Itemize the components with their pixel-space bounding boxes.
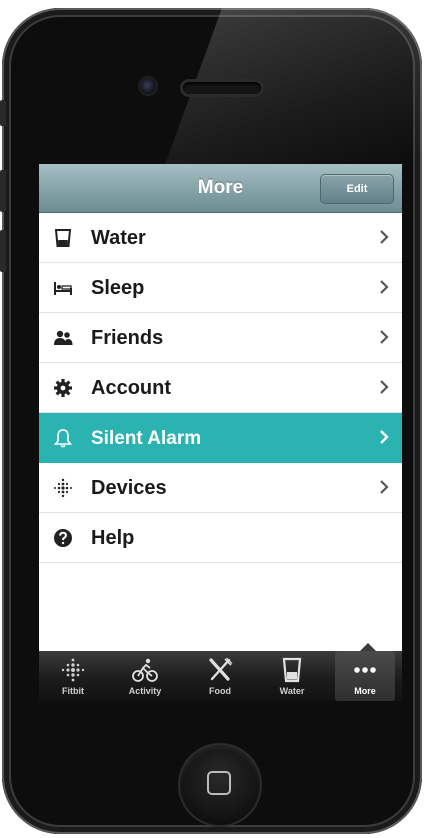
navigation-bar: More Edit <box>39 164 402 213</box>
fitbit-icon <box>54 478 72 498</box>
chevron-right-icon <box>380 430 389 444</box>
tab-selection-pointer <box>360 643 376 651</box>
edit-button[interactable]: Edit <box>320 174 394 204</box>
menu-item-label: Water <box>91 227 146 249</box>
menu-item-friends[interactable]: Friends <box>39 313 402 363</box>
earpiece-speaker <box>183 82 261 94</box>
tab-water[interactable]: Water <box>262 651 322 701</box>
chevron-right-icon <box>380 230 389 244</box>
volume-up-button <box>0 170 6 212</box>
menu-item-help[interactable]: Help <box>39 513 402 563</box>
front-camera <box>140 78 156 94</box>
menu-item-label: Devices <box>91 477 167 499</box>
phone-frame: More Edit Water Sleep Friends Account Si… <box>2 8 422 834</box>
home-button[interactable] <box>180 745 260 825</box>
volume-down-button <box>0 230 6 272</box>
menu-item-label: Silent Alarm <box>91 428 202 449</box>
menu-item-sleep[interactable]: Sleep <box>39 263 402 313</box>
water-glass-icon <box>282 657 302 683</box>
screen: More Edit Water Sleep Friends Account Si… <box>39 164 402 701</box>
cyclist-icon <box>132 658 158 682</box>
tab-food[interactable]: Food <box>190 651 250 701</box>
chevron-right-icon <box>380 280 389 294</box>
tab-label: Activity <box>128 686 162 696</box>
tab-label: Food <box>209 686 231 696</box>
menu-item-label: Sleep <box>91 277 145 299</box>
menu-item-label: Help <box>91 527 135 549</box>
tab-bar: Fitbit Activity Food Water More <box>39 651 402 701</box>
bell-icon <box>53 429 73 448</box>
chevron-right-icon <box>380 330 389 344</box>
tab-more[interactable]: More <box>335 651 395 701</box>
bed-icon <box>54 282 72 295</box>
water-glass-icon <box>54 229 72 247</box>
gear-icon <box>54 379 72 397</box>
mute-switch <box>0 100 6 126</box>
friends-icon <box>54 330 73 345</box>
tab-label: Fitbit <box>62 686 84 696</box>
more-menu-list: Water Sleep Friends Account Silent Alarm… <box>39 213 402 563</box>
more-dots-icon <box>354 667 376 673</box>
chevron-right-icon <box>380 380 389 394</box>
tab-label: More <box>354 686 376 696</box>
menu-item-label: Account <box>91 377 171 399</box>
menu-item-silent-alarm[interactable]: Silent Alarm <box>39 413 402 463</box>
tab-activity[interactable]: Activity <box>115 651 175 701</box>
fork-knife-icon <box>209 657 233 681</box>
menu-item-water[interactable]: Water <box>39 213 402 263</box>
tab-fitbit[interactable]: Fitbit <box>43 651 103 701</box>
fitbit-icon <box>61 658 85 682</box>
chevron-right-icon <box>380 480 389 494</box>
menu-item-devices[interactable]: Devices <box>39 463 402 513</box>
menu-item-account[interactable]: Account <box>39 363 402 413</box>
home-square-icon <box>207 771 231 795</box>
help-icon <box>54 529 72 547</box>
menu-item-label: Friends <box>91 327 164 349</box>
tab-label: Water <box>279 686 305 696</box>
